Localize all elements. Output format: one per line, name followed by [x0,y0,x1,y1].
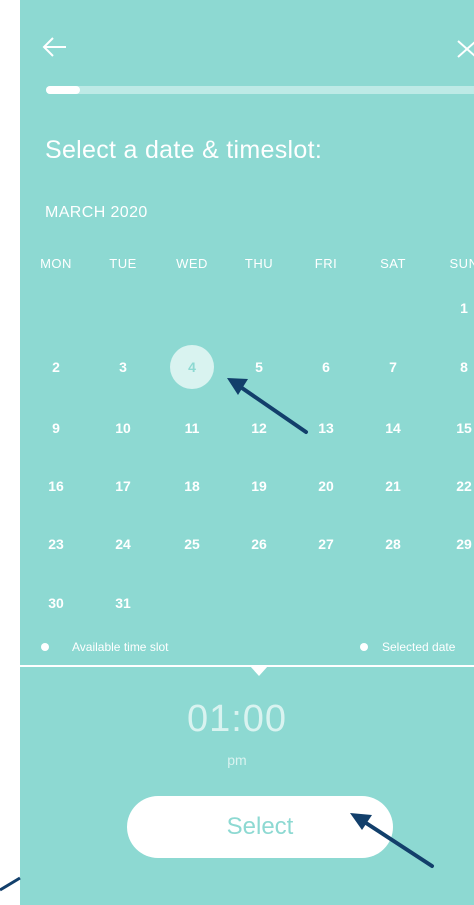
selected-dot-icon [360,643,368,651]
progress-bar-fill [46,86,81,94]
time-period: pm [227,752,247,768]
weekday-mon: MON [40,256,72,271]
calendar-day[interactable]: 9 [36,408,76,448]
calendar-day[interactable]: 29 [444,524,474,564]
calendar-day[interactable]: 13 [306,408,346,448]
date-picker-screen: Select a date & timeslot: MARCH 2020 MON… [20,0,474,905]
calendar-day[interactable]: 12 [239,408,279,448]
left-margin [0,0,20,905]
month-label: MARCH 2020 [45,204,148,221]
calendar-day[interactable]: 3 [103,347,143,387]
weekday-tue: TUE [109,256,137,271]
calendar-day[interactable]: 17 [103,466,143,506]
calendar-day[interactable]: 28 [373,524,413,564]
calendar-day[interactable]: 18 [172,466,212,506]
calendar-day[interactable]: 31 [103,583,143,623]
calendar-day[interactable]: 2 [36,347,76,387]
calendar-day[interactable]: 24 [103,524,143,564]
progress-bar [46,86,474,94]
calendar-day[interactable]: 15 [444,408,474,448]
calendar-day[interactable]: 10 [103,408,143,448]
calendar-day[interactable]: 16 [36,466,76,506]
calendar-day[interactable]: 25 [172,524,212,564]
weekday-thu: THU [244,256,274,271]
calendar-day[interactable]: 5 [239,347,279,387]
calendar-day[interactable]: 19 [239,466,279,506]
close-icon[interactable] [456,38,474,58]
time-value[interactable]: 01:00 [0,698,474,741]
weekday-sun: SUN [449,256,474,271]
calendar-day[interactable]: 26 [239,524,279,564]
calendar-day[interactable]: 22 [444,466,474,506]
calendar-day[interactable]: 20 [306,466,346,506]
calendar-day[interactable]: 30 [36,583,76,623]
calendar-day[interactable]: 27 [306,524,346,564]
calendar-day[interactable]: 8 [444,347,474,387]
calendar-day[interactable]: 21 [373,466,413,506]
calendar-day[interactable]: 14 [373,408,413,448]
calendar-day[interactable]: 23 [36,524,76,564]
weekday-sat: SAT [380,256,406,271]
calendar-day-selected[interactable]: 4 [170,345,214,389]
calendar-day[interactable]: 11 [172,408,212,448]
available-dot-icon [41,643,49,651]
weekday-wed: WED [176,256,208,271]
calendar-day[interactable]: 1 [444,288,474,328]
select-button[interactable]: Select [127,796,393,858]
arrow-left-icon[interactable] [42,36,68,58]
page-title: Select a date & timeslot: [45,136,323,164]
legend-available-label: Available time slot [72,640,169,654]
time-pointer-icon [250,666,268,676]
divider [20,665,474,667]
calendar-day[interactable]: 6 [306,347,346,387]
legend-selected-label: Selected date [382,640,456,654]
weekday-fri: FRI [314,256,338,271]
calendar-day[interactable]: 7 [373,347,413,387]
